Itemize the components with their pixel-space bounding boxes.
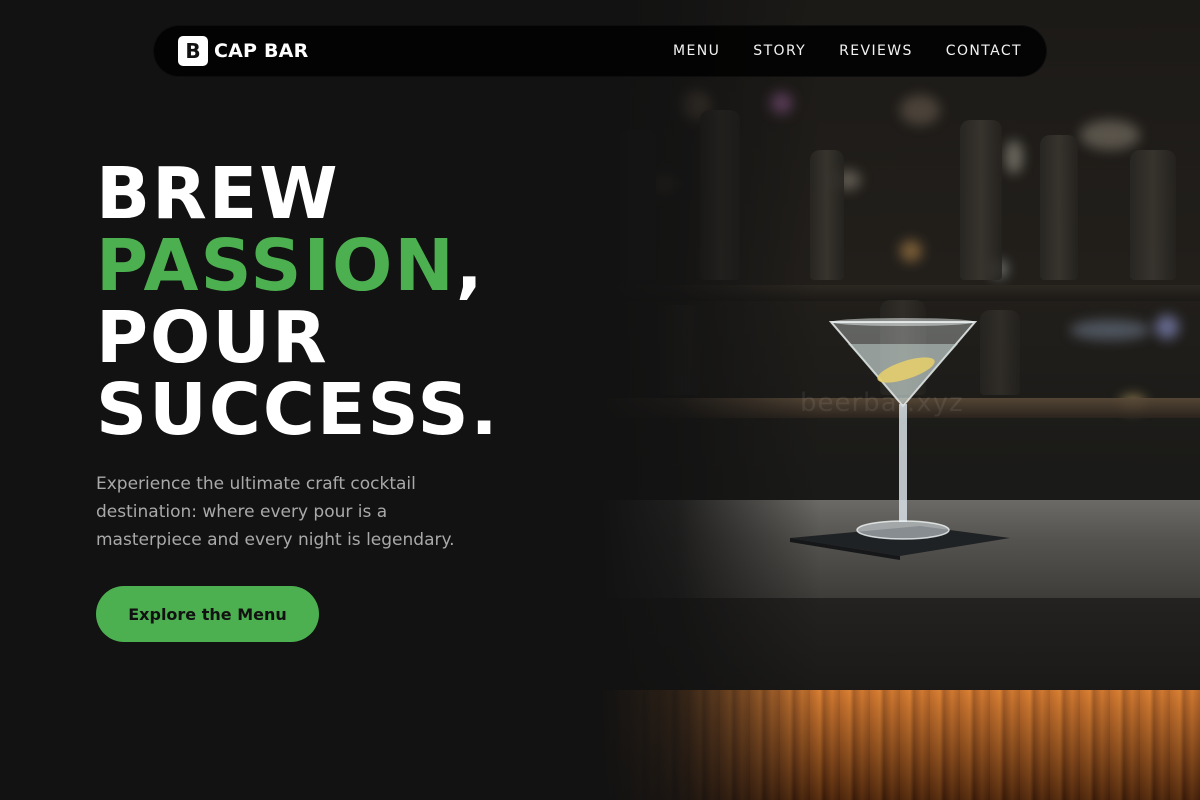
headline-line-4: SUCCESS. <box>96 368 500 451</box>
nav-item-story[interactable]: STORY <box>753 43 806 59</box>
hero-image: beerbar.xyz <box>600 0 1200 800</box>
headline-line-1: BREW <box>96 152 340 235</box>
brand-logo[interactable]: B CAP BAR <box>178 36 308 66</box>
headline-accent-word: PASSION <box>96 224 456 307</box>
hero-subtitle: Experience the ultimate craft cocktail d… <box>96 474 455 550</box>
nav-item-contact[interactable]: CONTACT <box>946 43 1022 59</box>
hero-headline: BREW PASSION, POUR SUCCESS. <box>96 158 500 446</box>
nav-item-reviews[interactable]: REVIEWS <box>839 43 913 59</box>
brand-name: CAP BAR <box>214 40 309 62</box>
nav-item-menu[interactable]: MENU <box>673 43 720 59</box>
navbar: B CAP BAR MENU STORY REVIEWS CONTACT <box>153 25 1047 77</box>
martini-glass-icon <box>828 318 978 540</box>
headline-comma: , <box>455 224 485 307</box>
logo-mark-icon: B <box>178 36 208 66</box>
explore-menu-button[interactable]: Explore the Menu <box>96 586 319 642</box>
nav-links: MENU STORY REVIEWS CONTACT <box>673 43 1022 59</box>
headline-line-3: POUR <box>96 296 329 379</box>
